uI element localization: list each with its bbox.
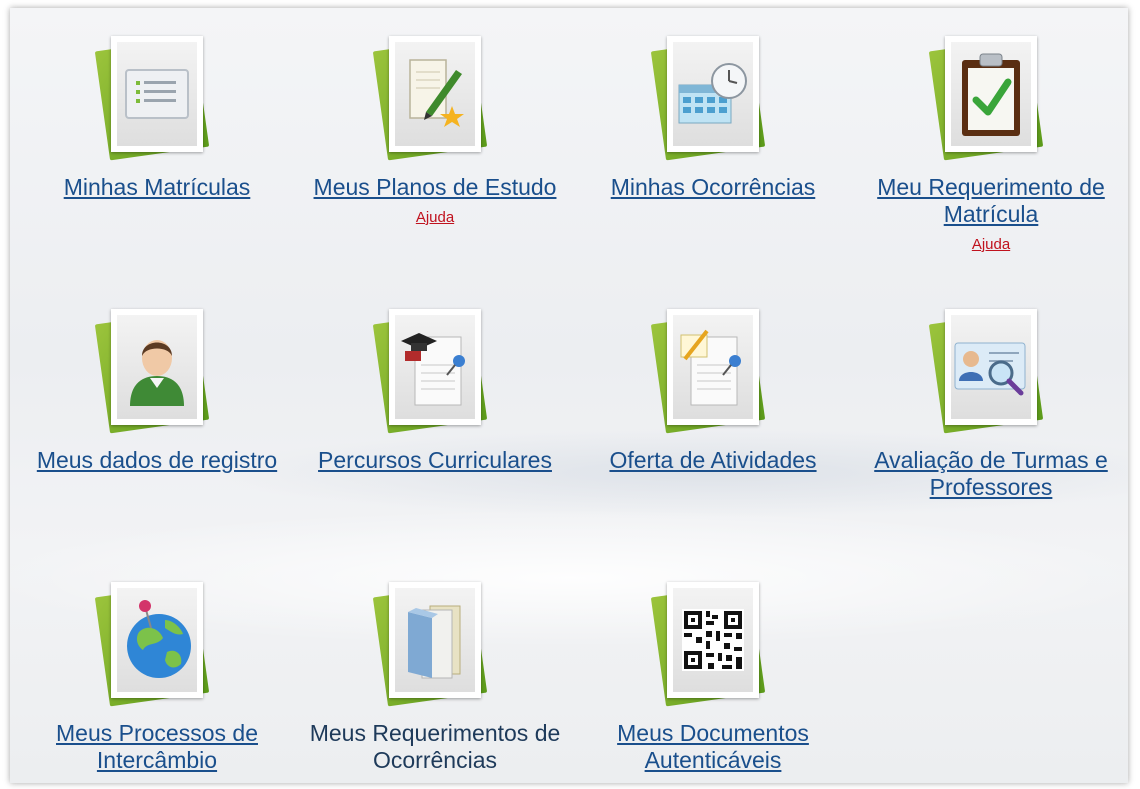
tile-icon[interactable] bbox=[928, 34, 1054, 161]
help-link[interactable]: Ajuda bbox=[416, 209, 454, 226]
user-avatar-icon bbox=[130, 340, 184, 406]
help-link[interactable]: Ajuda bbox=[972, 236, 1010, 253]
tile-icon[interactable] bbox=[650, 307, 776, 434]
folder-files-icon bbox=[408, 605, 461, 679]
tile-link[interactable]: Meus Planos de Estudo bbox=[305, 174, 565, 201]
tile-icon[interactable] bbox=[94, 307, 220, 434]
tile-link[interactable]: Meus dados de registro bbox=[27, 447, 287, 474]
tile-percursos-curriculares: Percursos Curriculares bbox=[305, 307, 565, 474]
tile-meus-requerimentos-de-ocorrencias: Meus Requerimentos de Ocorrências bbox=[305, 580, 565, 774]
tile-link[interactable]: Meu Requerimento de Matrícula bbox=[861, 174, 1121, 228]
tile-meus-dados-de-registro: Meus dados de registro bbox=[27, 307, 287, 474]
tile-link[interactable]: Avaliação de Turmas e Professores bbox=[861, 447, 1121, 501]
dashboard-panel: Minhas Matrículas Meus Planos de Estudo … bbox=[10, 8, 1128, 783]
tile-icon[interactable] bbox=[94, 34, 220, 161]
tile-icon[interactable] bbox=[372, 34, 498, 161]
tile-icon[interactable] bbox=[928, 307, 1054, 434]
tile-icon[interactable] bbox=[650, 34, 776, 161]
tile-link[interactable]: Meus Processos de Intercâmbio bbox=[27, 720, 287, 774]
tile-meus-processos-de-intercambio: Meus Processos de Intercâmbio bbox=[27, 580, 287, 774]
tile-avaliacao-de-turmas-e-professores: Avaliação de Turmas e Professores bbox=[861, 307, 1121, 501]
tile-meu-requerimento-de-matricula: Meu Requerimento de Matrícula Ajuda bbox=[861, 34, 1121, 254]
tile-link[interactable]: Meus Documentos Autenticáveis bbox=[583, 720, 843, 774]
tile-link[interactable]: Minhas Ocorrências bbox=[583, 174, 843, 201]
clipboard-check-icon bbox=[962, 53, 1020, 136]
tile-minhas-ocorrencias: Minhas Ocorrências bbox=[583, 34, 843, 201]
tile-meus-planos-de-estudo: Meus Planos de Estudo Ajuda bbox=[305, 34, 565, 227]
tile-icon[interactable] bbox=[372, 307, 498, 434]
document-pencil-pin-icon bbox=[680, 329, 741, 406]
tile-link[interactable]: Percursos Curriculares bbox=[305, 447, 565, 474]
tile-meus-documentos-autenticaveis: Meus Documentos Autenticáveis bbox=[583, 580, 843, 774]
tile-icon[interactable] bbox=[372, 580, 498, 707]
tile-oferta-de-atividades: Oferta de Atividades bbox=[583, 307, 843, 474]
tile-link[interactable]: Minhas Matrículas bbox=[27, 174, 287, 201]
id-card-magnifier-icon bbox=[954, 342, 1026, 396]
qr-code-icon bbox=[682, 609, 744, 671]
calendar-clock-icon bbox=[678, 63, 747, 124]
tile-link[interactable]: Meus Requerimentos de Ocorrências bbox=[305, 720, 565, 774]
tile-icon[interactable] bbox=[94, 580, 220, 707]
tile-minhas-matriculas: Minhas Matrículas bbox=[27, 34, 287, 201]
tile-icon[interactable] bbox=[650, 580, 776, 707]
globe-pin-icon bbox=[127, 600, 191, 678]
graduation-document-pin-icon bbox=[401, 333, 465, 406]
list-document-icon bbox=[125, 69, 189, 119]
tile-link[interactable]: Oferta de Atividades bbox=[583, 447, 843, 474]
notepad-pen-star-icon bbox=[409, 59, 464, 127]
